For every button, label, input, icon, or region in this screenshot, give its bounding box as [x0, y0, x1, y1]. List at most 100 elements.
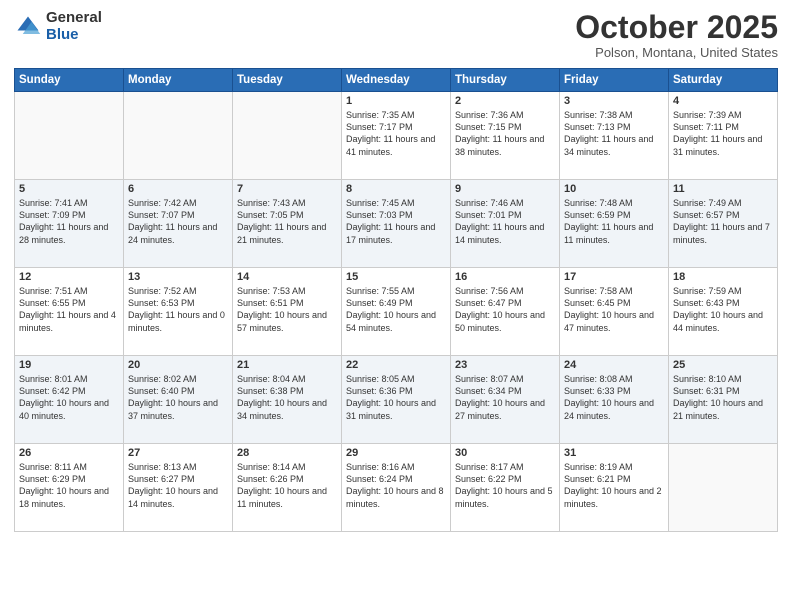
table-row: 13 Sunrise: 7:52 AM Sunset: 6:53 PM Dayli…: [124, 268, 233, 356]
day-number: 2: [455, 95, 555, 107]
day-number: 15: [346, 271, 446, 283]
table-row: 24 Sunrise: 8:08 AM Sunset: 6:33 PM Dayli…: [560, 356, 669, 444]
day-info: Sunrise: 7:41 AM Sunset: 7:09 PM Dayligh…: [19, 197, 119, 246]
table-row: 30 Sunrise: 8:17 AM Sunset: 6:22 PM Dayli…: [451, 444, 560, 532]
day-info: Sunrise: 7:55 AM Sunset: 6:49 PM Dayligh…: [346, 285, 446, 334]
day-info: Sunrise: 7:56 AM Sunset: 6:47 PM Dayligh…: [455, 285, 555, 334]
logo-text: General Blue: [46, 10, 102, 43]
day-number: 12: [19, 271, 119, 283]
day-number: 20: [128, 359, 228, 371]
col-tuesday: Tuesday: [233, 69, 342, 92]
day-info: Sunrise: 8:13 AM Sunset: 6:27 PM Dayligh…: [128, 461, 228, 510]
main-container: General Blue October 2025 Polson, Montan…: [0, 0, 792, 612]
logo-blue: Blue: [46, 26, 79, 43]
table-row: 5 Sunrise: 7:41 AM Sunset: 7:09 PM Daylig…: [15, 180, 124, 268]
table-row: 29Sunrise: 8:16 AM Sunset: 6:24 PM Dayli…: [342, 444, 451, 532]
table-row: 19 Sunrise: 8:01 AM Sunset: 6:42 PM Dayli…: [15, 356, 124, 444]
table-row: 28 Sunrise: 8:14 AM Sunset: 6:26 PM Dayli…: [233, 444, 342, 532]
table-row: 1Sunrise: 7:35 AM Sunset: 7:17 PM Daylig…: [342, 92, 451, 180]
table-row: 26 Sunrise: 8:11 AM Sunset: 6:29 PM Dayli…: [15, 444, 124, 532]
day-number: 30: [455, 447, 555, 459]
table-row: [669, 444, 778, 532]
table-row: 9 Sunrise: 7:46 AM Sunset: 7:01 PM Daylig…: [451, 180, 560, 268]
header: General Blue October 2025 Polson, Montan…: [14, 10, 778, 60]
day-info: Sunrise: 7:36 AM Sunset: 7:15 PM Dayligh…: [455, 109, 555, 158]
day-number: 28: [237, 447, 337, 459]
day-number: 10: [564, 183, 664, 195]
day-info: Sunrise: 8:01 AM Sunset: 6:42 PM Dayligh…: [19, 373, 119, 422]
calendar-table: Sunday Monday Tuesday Wednesday Thursday…: [14, 68, 778, 532]
table-row: 22Sunrise: 8:05 AM Sunset: 6:36 PM Dayli…: [342, 356, 451, 444]
day-info: Sunrise: 7:58 AM Sunset: 6:45 PM Dayligh…: [564, 285, 664, 334]
table-row: 23 Sunrise: 8:07 AM Sunset: 6:34 PM Dayli…: [451, 356, 560, 444]
day-number: 14: [237, 271, 337, 283]
day-number: 29: [346, 447, 446, 459]
day-number: 7: [237, 183, 337, 195]
day-info: Sunrise: 8:14 AM Sunset: 6:26 PM Dayligh…: [237, 461, 337, 510]
table-row: 31Sunrise: 8:19 AM Sunset: 6:21 PM Dayli…: [560, 444, 669, 532]
day-number: 9: [455, 183, 555, 195]
day-info: Sunrise: 7:49 AM Sunset: 6:57 PM Dayligh…: [673, 197, 773, 246]
day-info: Sunrise: 8:04 AM Sunset: 6:38 PM Dayligh…: [237, 373, 337, 422]
table-row: 15 Sunrise: 7:55 AM Sunset: 6:49 PM Dayli…: [342, 268, 451, 356]
table-row: [233, 92, 342, 180]
table-row: 17Sunrise: 7:58 AM Sunset: 6:45 PM Dayli…: [560, 268, 669, 356]
day-info: Sunrise: 8:10 AM Sunset: 6:31 PM Dayligh…: [673, 373, 773, 422]
day-info: Sunrise: 7:48 AM Sunset: 6:59 PM Dayligh…: [564, 197, 664, 246]
col-saturday: Saturday: [669, 69, 778, 92]
day-info: Sunrise: 7:52 AM Sunset: 6:53 PM Dayligh…: [128, 285, 228, 334]
table-row: 18Sunrise: 7:59 AM Sunset: 6:43 PM Dayli…: [669, 268, 778, 356]
table-row: 27 Sunrise: 8:13 AM Sunset: 6:27 PM Dayli…: [124, 444, 233, 532]
day-number: 5: [19, 183, 119, 195]
col-monday: Monday: [124, 69, 233, 92]
logo: General Blue: [14, 10, 102, 43]
day-number: 19: [19, 359, 119, 371]
day-number: 3: [564, 95, 664, 107]
day-number: 13: [128, 271, 228, 283]
table-row: 21Sunrise: 8:04 AM Sunset: 6:38 PM Dayli…: [233, 356, 342, 444]
col-friday: Friday: [560, 69, 669, 92]
table-row: 12 Sunrise: 7:51 AM Sunset: 6:55 PM Dayli…: [15, 268, 124, 356]
table-row: 3 Sunrise: 7:38 AM Sunset: 7:13 PM Daylig…: [560, 92, 669, 180]
day-info: Sunrise: 7:38 AM Sunset: 7:13 PM Dayligh…: [564, 109, 664, 158]
day-number: 25: [673, 359, 773, 371]
day-number: 26: [19, 447, 119, 459]
day-number: 16: [455, 271, 555, 283]
day-info: Sunrise: 7:51 AM Sunset: 6:55 PM Dayligh…: [19, 285, 119, 334]
table-row: [15, 92, 124, 180]
table-row: 11 Sunrise: 7:49 AM Sunset: 6:57 PM Dayli…: [669, 180, 778, 268]
day-info: Sunrise: 8:08 AM Sunset: 6:33 PM Dayligh…: [564, 373, 664, 422]
day-number: 8: [346, 183, 446, 195]
location: Polson, Montana, United States: [575, 45, 778, 60]
table-row: [124, 92, 233, 180]
table-row: 14 Sunrise: 7:53 AM Sunset: 6:51 PM Dayli…: [233, 268, 342, 356]
day-info: Sunrise: 8:07 AM Sunset: 6:34 PM Dayligh…: [455, 373, 555, 422]
logo-general: General: [46, 9, 102, 26]
table-row: 7 Sunrise: 7:43 AM Sunset: 7:05 PM Daylig…: [233, 180, 342, 268]
table-row: 8 Sunrise: 7:45 AM Sunset: 7:03 PM Daylig…: [342, 180, 451, 268]
table-row: 16 Sunrise: 7:56 AM Sunset: 6:47 PM Dayli…: [451, 268, 560, 356]
day-info: Sunrise: 8:05 AM Sunset: 6:36 PM Dayligh…: [346, 373, 446, 422]
col-thursday: Thursday: [451, 69, 560, 92]
title-block: October 2025 Polson, Montana, United Sta…: [575, 10, 778, 60]
day-info: Sunrise: 7:39 AM Sunset: 7:11 PM Dayligh…: [673, 109, 773, 158]
day-info: Sunrise: 7:45 AM Sunset: 7:03 PM Dayligh…: [346, 197, 446, 246]
day-info: Sunrise: 7:53 AM Sunset: 6:51 PM Dayligh…: [237, 285, 337, 334]
day-number: 24: [564, 359, 664, 371]
day-info: Sunrise: 8:17 AM Sunset: 6:22 PM Dayligh…: [455, 461, 555, 510]
table-row: 4Sunrise: 7:39 AM Sunset: 7:11 PM Daylig…: [669, 92, 778, 180]
day-info: Sunrise: 7:59 AM Sunset: 6:43 PM Dayligh…: [673, 285, 773, 334]
col-wednesday: Wednesday: [342, 69, 451, 92]
day-info: Sunrise: 7:42 AM Sunset: 7:07 PM Dayligh…: [128, 197, 228, 246]
day-info: Sunrise: 7:46 AM Sunset: 7:01 PM Dayligh…: [455, 197, 555, 246]
month-title: October 2025: [575, 10, 778, 45]
day-number: 6: [128, 183, 228, 195]
col-sunday: Sunday: [15, 69, 124, 92]
day-number: 11: [673, 183, 773, 195]
day-number: 27: [128, 447, 228, 459]
table-row: 2 Sunrise: 7:36 AM Sunset: 7:15 PM Daylig…: [451, 92, 560, 180]
table-row: 6 Sunrise: 7:42 AM Sunset: 7:07 PM Daylig…: [124, 180, 233, 268]
day-info: Sunrise: 8:11 AM Sunset: 6:29 PM Dayligh…: [19, 461, 119, 510]
day-info: Sunrise: 7:43 AM Sunset: 7:05 PM Dayligh…: [237, 197, 337, 246]
day-number: 23: [455, 359, 555, 371]
